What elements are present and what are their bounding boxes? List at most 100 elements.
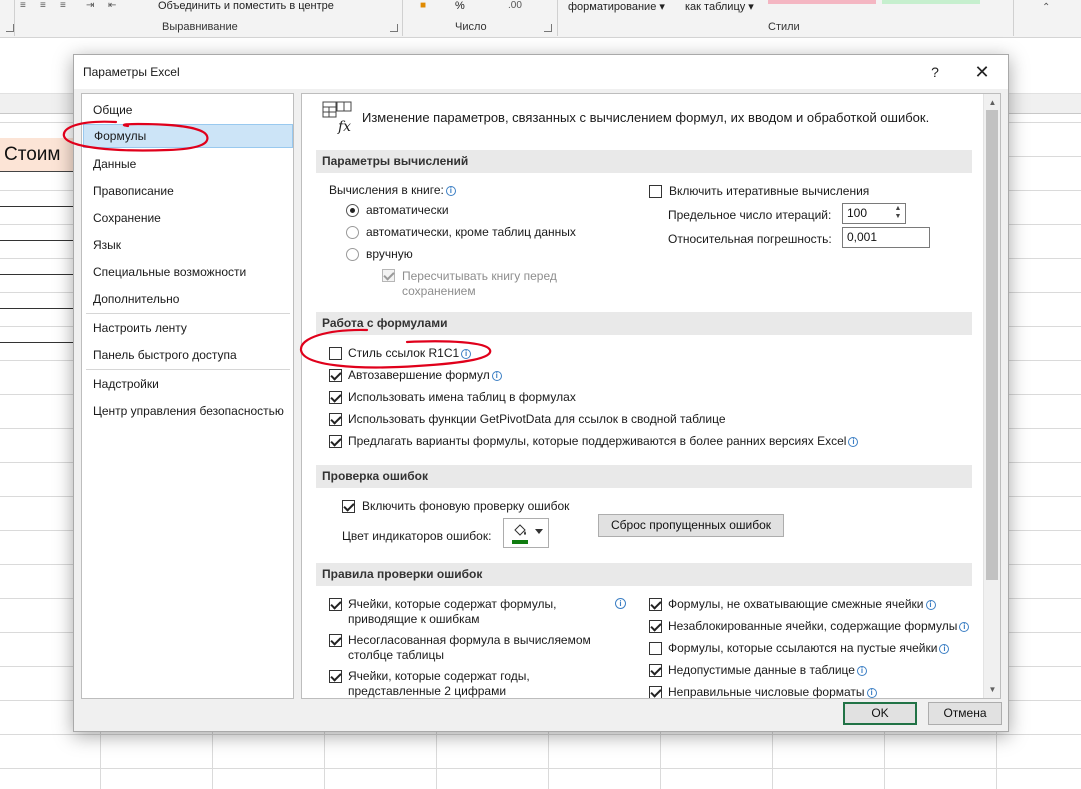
group-label-alignment: Выравнивание <box>162 21 238 33</box>
checkbox-rule-empty-cells[interactable] <box>649 642 662 655</box>
checkbox-rule-invalid-data[interactable] <box>649 664 662 677</box>
radio-manual[interactable] <box>346 248 359 261</box>
excel-ribbon: ≡ ≡ ≡ ⇥ ⇤ Объединить и поместить в центр… <box>0 0 1081 38</box>
error-color-picker[interactable] <box>503 518 549 548</box>
checkbox-rule-formula-errors[interactable] <box>329 598 342 611</box>
rule-unlocked-cells-label: Незаблокированные ячейки, содержащие фор… <box>668 618 970 634</box>
checkbox-background-errors[interactable] <box>342 500 355 513</box>
scroll-up-icon[interactable]: ▲ <box>985 95 1000 110</box>
excel-options-dialog: Параметры Excel ? ✕ Общие Формулы Данные… <box>73 54 1009 732</box>
style-good-swatch[interactable] <box>882 0 980 4</box>
outdent-icon[interactable]: ⇤ <box>108 0 116 11</box>
nav-item-addins[interactable]: Надстройки <box>83 372 293 396</box>
nav-item-language[interactable]: Язык <box>83 233 293 257</box>
ribbon-separator <box>557 0 558 36</box>
options-content: fx Изменение параметров, связанных с выч… <box>301 93 1001 699</box>
rule-formula-errors-line2: приводящие к ошибкам <box>348 612 480 626</box>
nav-item-advanced[interactable]: Дополнительно <box>83 287 293 311</box>
dialog-titlebar[interactable]: Параметры Excel ? ✕ <box>74 55 1008 89</box>
paint-bucket-icon <box>514 524 526 536</box>
style-bad-swatch[interactable] <box>768 0 876 4</box>
radio-automatic-label: автоматически <box>366 203 449 217</box>
info-icon: i <box>866 688 877 698</box>
help-button[interactable]: ? <box>924 61 946 83</box>
nav-item-data[interactable]: Данные <box>83 152 293 176</box>
checkbox-recalc-before-save[interactable] <box>382 269 395 282</box>
merge-center-button[interactable]: Объединить и поместить в центре <box>158 0 334 12</box>
align-left-icon[interactable]: ≡ <box>20 0 26 11</box>
nav-item-general[interactable]: Общие <box>83 98 293 122</box>
chevron-up-icon[interactable]: ⌃ <box>1042 2 1050 13</box>
nav-item-trust-center[interactable]: Центр управления безопасностью <box>83 399 293 423</box>
options-nav: Общие Формулы Данные Правописание Сохран… <box>81 93 294 699</box>
content-scrollbar[interactable]: ▲ ▼ <box>983 94 1000 698</box>
rule-two-digit-line1: Ячейки, которые содержат годы, <box>348 669 530 683</box>
align-right-icon[interactable]: ≡ <box>60 0 66 11</box>
spinner-arrows-icon[interactable]: ▲ ▼ <box>892 205 904 222</box>
cancel-button[interactable]: Отмена <box>928 702 1002 725</box>
info-icon: i <box>445 186 456 196</box>
section-calculation: Параметры вычислений <box>316 150 972 173</box>
chevron-down-icon <box>535 529 543 534</box>
font-group-launcher-icon[interactable] <box>6 24 14 32</box>
close-icon[interactable]: ✕ <box>970 60 994 84</box>
nav-item-accessibility[interactable]: Специальные возможности <box>83 260 293 284</box>
info-icon: i <box>959 622 970 632</box>
nav-item-formulas[interactable]: Формулы <box>83 124 293 148</box>
checkbox-autocomplete[interactable] <box>329 369 342 382</box>
alignment-group-launcher-icon[interactable] <box>390 24 398 32</box>
ribbon-separator <box>14 0 15 36</box>
nav-item-proofing[interactable]: Правописание <box>83 179 293 203</box>
checkbox-suggest-legacy[interactable] <box>329 435 342 448</box>
decimal-icon[interactable]: .00 <box>508 0 522 11</box>
checkbox-rule-omit-adjacent[interactable] <box>649 598 662 611</box>
info-icon: i <box>491 371 502 381</box>
reset-ignored-errors-button[interactable]: Сброс пропущенных ошибок <box>598 514 784 537</box>
cell-border <box>0 240 74 241</box>
indent-icon[interactable]: ⇥ <box>86 0 94 11</box>
ok-button[interactable]: OK <box>843 702 917 725</box>
checkbox-rule-number-formats[interactable] <box>649 686 662 698</box>
scroll-down-icon[interactable]: ▼ <box>985 682 1000 697</box>
rule-number-formats-label: Неправильные числовые форматы i <box>668 684 877 698</box>
radio-auto-except-tables[interactable] <box>346 226 359 239</box>
percent-button[interactable]: % <box>455 0 465 12</box>
rule-omit-adjacent-label: Формулы, не охватывающие смежные ячейки i <box>668 596 936 612</box>
max-iterations-input[interactable]: 100 ▲ ▼ <box>842 203 906 224</box>
cell-border <box>0 274 74 275</box>
rule-empty-cells-label: Формулы, которые ссылаются на пустые яче… <box>668 640 950 656</box>
checkbox-getpivotdata[interactable] <box>329 413 342 426</box>
svg-text:fx: fx <box>337 119 351 134</box>
rule-inconsistent-line1: Несогласованная формула в вычисляемом <box>348 633 591 647</box>
align-center-icon[interactable]: ≡ <box>40 0 46 11</box>
error-color-swatch <box>512 540 528 544</box>
scroll-thumb[interactable] <box>986 110 998 580</box>
nav-item-quick-access[interactable]: Панель быстрого доступа <box>83 343 293 367</box>
format-as-table-button[interactable]: как таблицу ▾ <box>685 0 754 13</box>
conditional-format-button[interactable]: форматирование ▾ <box>568 0 665 13</box>
checkbox-iterative[interactable] <box>649 185 662 198</box>
sheet-cell-header[interactable]: Стоим <box>0 138 74 172</box>
iterative-label: Включить итеративные вычисления <box>669 184 870 198</box>
nav-item-save[interactable]: Сохранение <box>83 206 293 230</box>
checkbox-table-names[interactable] <box>329 391 342 404</box>
radio-automatic[interactable] <box>346 204 359 217</box>
checkbox-rule-unlocked-cells[interactable] <box>649 620 662 633</box>
rule-invalid-data-label: Недопустимые данные в таблице i <box>668 662 867 678</box>
nav-item-customize-ribbon[interactable]: Настроить ленту <box>83 316 293 340</box>
section-error-rules: Правила проверки ошибок <box>316 563 972 586</box>
number-group-launcher-icon[interactable] <box>544 24 552 32</box>
section-error-checking: Проверка ошибок <box>316 465 972 488</box>
rule-formula-errors-line1: Ячейки, которые содержат формулы, <box>348 597 557 611</box>
checkbox-rule-inconsistent-column[interactable] <box>329 634 342 647</box>
ribbon-separator <box>1013 0 1014 36</box>
max-change-input[interactable]: 0,001 <box>842 227 930 248</box>
cell-border <box>0 342 74 343</box>
checkbox-r1c1[interactable] <box>329 347 342 360</box>
checkbox-rule-two-digit-years[interactable] <box>329 670 342 683</box>
max-change-label: Относительная погрешность: <box>668 232 832 246</box>
dialog-title: Параметры Excel <box>83 65 180 79</box>
group-label-styles: Стили <box>768 21 800 33</box>
info-icon: i <box>939 644 950 654</box>
currency-icon[interactable]: ■ <box>420 0 426 11</box>
